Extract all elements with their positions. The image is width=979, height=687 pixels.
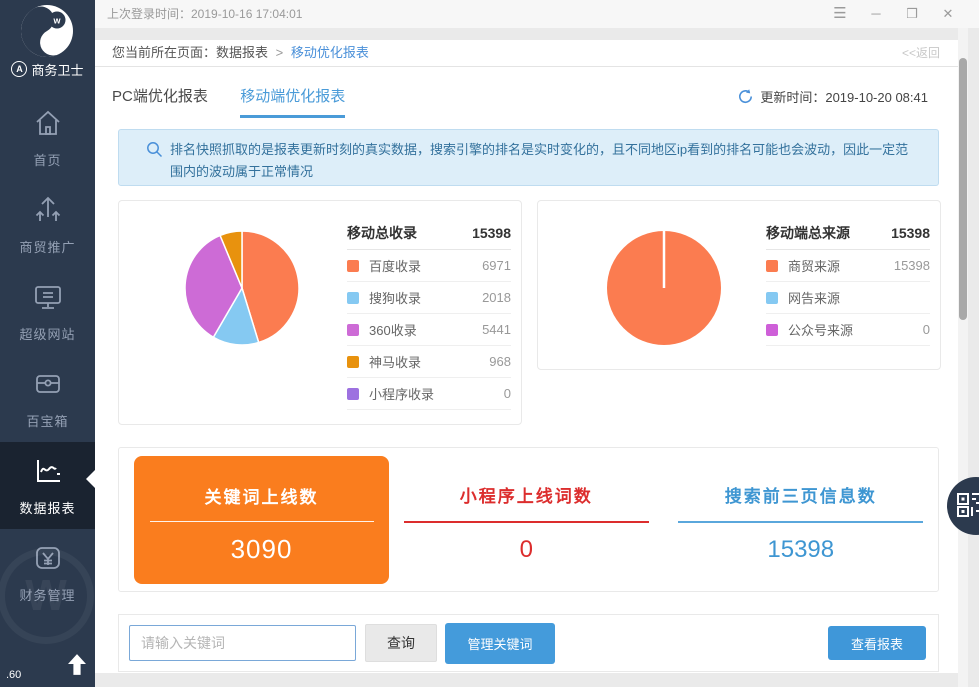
back-to-top-icon[interactable] xyxy=(68,654,86,680)
view-report-button[interactable]: 查看报表 xyxy=(828,626,926,660)
mobile-index-card: 移动总收录 15398 百度收录 6971 搜狗收录 2018 360收录 54… xyxy=(118,200,522,425)
mobile-source-pie-chart xyxy=(604,228,724,348)
sidebar-item-home[interactable]: 首页 xyxy=(0,94,95,181)
legend-item: 小程序收录 0 xyxy=(347,378,511,410)
toolbox-icon xyxy=(33,369,63,399)
breadcrumb-current[interactable]: 移动优化报表 xyxy=(291,45,369,60)
scrollbar-track[interactable] xyxy=(958,28,968,687)
breadcrumb: 您当前所在页面：数据报表 > 移动优化报表 xyxy=(112,40,369,66)
breadcrumb-bar: 您当前所在页面：数据报表 > 移动优化报表 <<返回 xyxy=(95,40,968,67)
legend-swatch xyxy=(347,324,359,336)
watermark-logo: W xyxy=(0,548,94,644)
active-item-notch xyxy=(86,470,95,488)
sidebar: w A 商务卫士 首页 商贸推广 超级网站 xyxy=(0,0,95,687)
app-logo: w xyxy=(0,0,95,56)
chart-title: 移动端总来源 xyxy=(766,223,891,243)
search-button[interactable]: 查询 xyxy=(365,624,437,662)
yinyang-logo-icon: w xyxy=(19,3,75,59)
qr-code-icon xyxy=(956,492,979,518)
legend-swatch xyxy=(347,356,359,368)
notice-banner: 排名快照抓取的是报表更新时刻的真实数据，搜索引擎的排名是实时变化的，且不同地区i… xyxy=(118,129,939,186)
legend-item: 360收录 5441 xyxy=(347,314,511,346)
legend-item: 搜狗收录 2018 xyxy=(347,282,511,314)
main-content: PC端优化报表 移动端优化报表 更新时间：2019-10-20 08:41 排名… xyxy=(95,67,958,673)
mobile-source-card: 移动端总来源 15398 商贸来源 15398 网告来源 公众号来源 0 xyxy=(537,200,941,370)
stat-keywords-online: 关键词上线数 3090 xyxy=(134,456,389,584)
brand-name: 商务卫士 xyxy=(31,60,83,79)
maximize-icon[interactable]: ❒ xyxy=(899,0,925,28)
legend-item: 商贸来源 15398 xyxy=(766,250,930,282)
refresh-icon[interactable] xyxy=(737,88,754,105)
svg-text:w: w xyxy=(52,16,61,26)
update-time-row: 更新时间：2019-10-20 08:41 xyxy=(737,87,928,106)
legend-item: 网告来源 xyxy=(766,282,930,314)
sidebar-item-report[interactable]: 数据报表 xyxy=(0,442,95,529)
menu-icon[interactable]: ☰ xyxy=(827,0,853,28)
stat-value: 3090 xyxy=(134,534,389,565)
sidebar-item-label: 数据报表 xyxy=(0,498,95,517)
chart-total: 15398 xyxy=(472,225,511,241)
tab-mobile-report[interactable]: 移动端优化报表 xyxy=(240,85,345,118)
version-label: .60 xyxy=(6,669,21,681)
report-chart-icon xyxy=(33,456,63,486)
legend-item: 神马收录 968 xyxy=(347,346,511,378)
brand-row: A 商务卫士 xyxy=(0,56,95,82)
chart-title: 移动总收录 xyxy=(347,223,472,243)
sidebar-item-promotion[interactable]: 商贸推广 xyxy=(0,181,95,268)
chart-total: 15398 xyxy=(891,225,930,241)
home-icon xyxy=(33,108,63,138)
sidebar-item-label: 百宝箱 xyxy=(0,411,95,430)
stat-label: 关键词上线数 xyxy=(134,483,389,508)
stat-divider xyxy=(150,521,374,522)
website-icon xyxy=(33,282,63,312)
breadcrumb-separator: > xyxy=(276,45,284,60)
sidebar-item-label: 超级网站 xyxy=(0,324,95,343)
title-bar: 上次登录时间：2019-10-16 17:04:01 ☰ ─ ❒ ✕ xyxy=(95,0,979,28)
stat-divider xyxy=(678,521,923,523)
keyword-query-bar: 查询 管理关键词 查看报表 xyxy=(118,614,939,672)
minimize-icon[interactable]: ─ xyxy=(863,0,889,28)
brand-a-icon: A xyxy=(11,61,27,77)
breadcrumb-prefix: 您当前所在页面： xyxy=(112,45,216,60)
stat-miniprogram-words: 小程序上线词数 0 xyxy=(389,448,664,591)
tab-pc-report[interactable]: PC端优化报表 xyxy=(112,85,208,115)
manage-keywords-button[interactable]: 管理关键词 xyxy=(445,623,555,664)
stat-value: 15398 xyxy=(664,536,939,564)
stat-label: 小程序上线词数 xyxy=(389,482,664,507)
mobile-index-pie-chart xyxy=(182,228,302,348)
legend-item: 百度收录 6971 xyxy=(347,250,511,282)
back-link[interactable]: <<返回 xyxy=(902,40,940,66)
breadcrumb-section: 数据报表 xyxy=(216,45,268,60)
sidebar-item-toolbox[interactable]: 百宝箱 xyxy=(0,355,95,442)
mobile-source-legend: 移动端总来源 15398 商贸来源 15398 网告来源 公众号来源 0 xyxy=(766,217,930,346)
legend-swatch xyxy=(766,260,778,272)
divider xyxy=(95,28,979,40)
sidebar-item-label: 商贸推广 xyxy=(0,237,95,256)
stat-value: 0 xyxy=(389,536,664,564)
stat-top3-pages-info: 搜索前三页信息数 15398 xyxy=(664,448,939,591)
tab-bar: PC端优化报表 移动端优化报表 xyxy=(112,85,373,118)
last-login-time: 上次登录时间：2019-10-16 17:04:01 xyxy=(107,0,302,28)
stat-label: 搜索前三页信息数 xyxy=(664,482,939,507)
legend-swatch xyxy=(766,324,778,336)
stat-divider xyxy=(404,521,649,523)
legend-swatch xyxy=(347,292,359,304)
search-icon xyxy=(146,141,163,158)
close-icon[interactable]: ✕ xyxy=(935,0,961,28)
sidebar-item-label: 首页 xyxy=(0,150,95,169)
keyword-input[interactable] xyxy=(129,625,356,661)
legend-swatch xyxy=(347,388,359,400)
sidebar-item-website[interactable]: 超级网站 xyxy=(0,268,95,355)
legend-item: 公众号来源 0 xyxy=(766,314,930,346)
sidebar-nav: 首页 商贸推广 超级网站 百宝箱 数据报表 xyxy=(0,94,95,616)
update-time-label: 更新时间：2019-10-20 08:41 xyxy=(760,87,928,106)
mobile-index-legend: 移动总收录 15398 百度收录 6971 搜狗收录 2018 360收录 54… xyxy=(347,217,511,410)
stats-panel: 关键词上线数 3090 小程序上线词数 0 搜索前三页信息数 15398 xyxy=(118,447,939,592)
legend-swatch xyxy=(347,260,359,272)
scrollbar-thumb[interactable] xyxy=(959,58,967,320)
notice-text: 排名快照抓取的是报表更新时刻的真实数据，搜索引擎的排名是实时变化的，且不同地区i… xyxy=(170,133,910,183)
legend-swatch xyxy=(766,292,778,304)
promotion-icon xyxy=(33,195,63,225)
